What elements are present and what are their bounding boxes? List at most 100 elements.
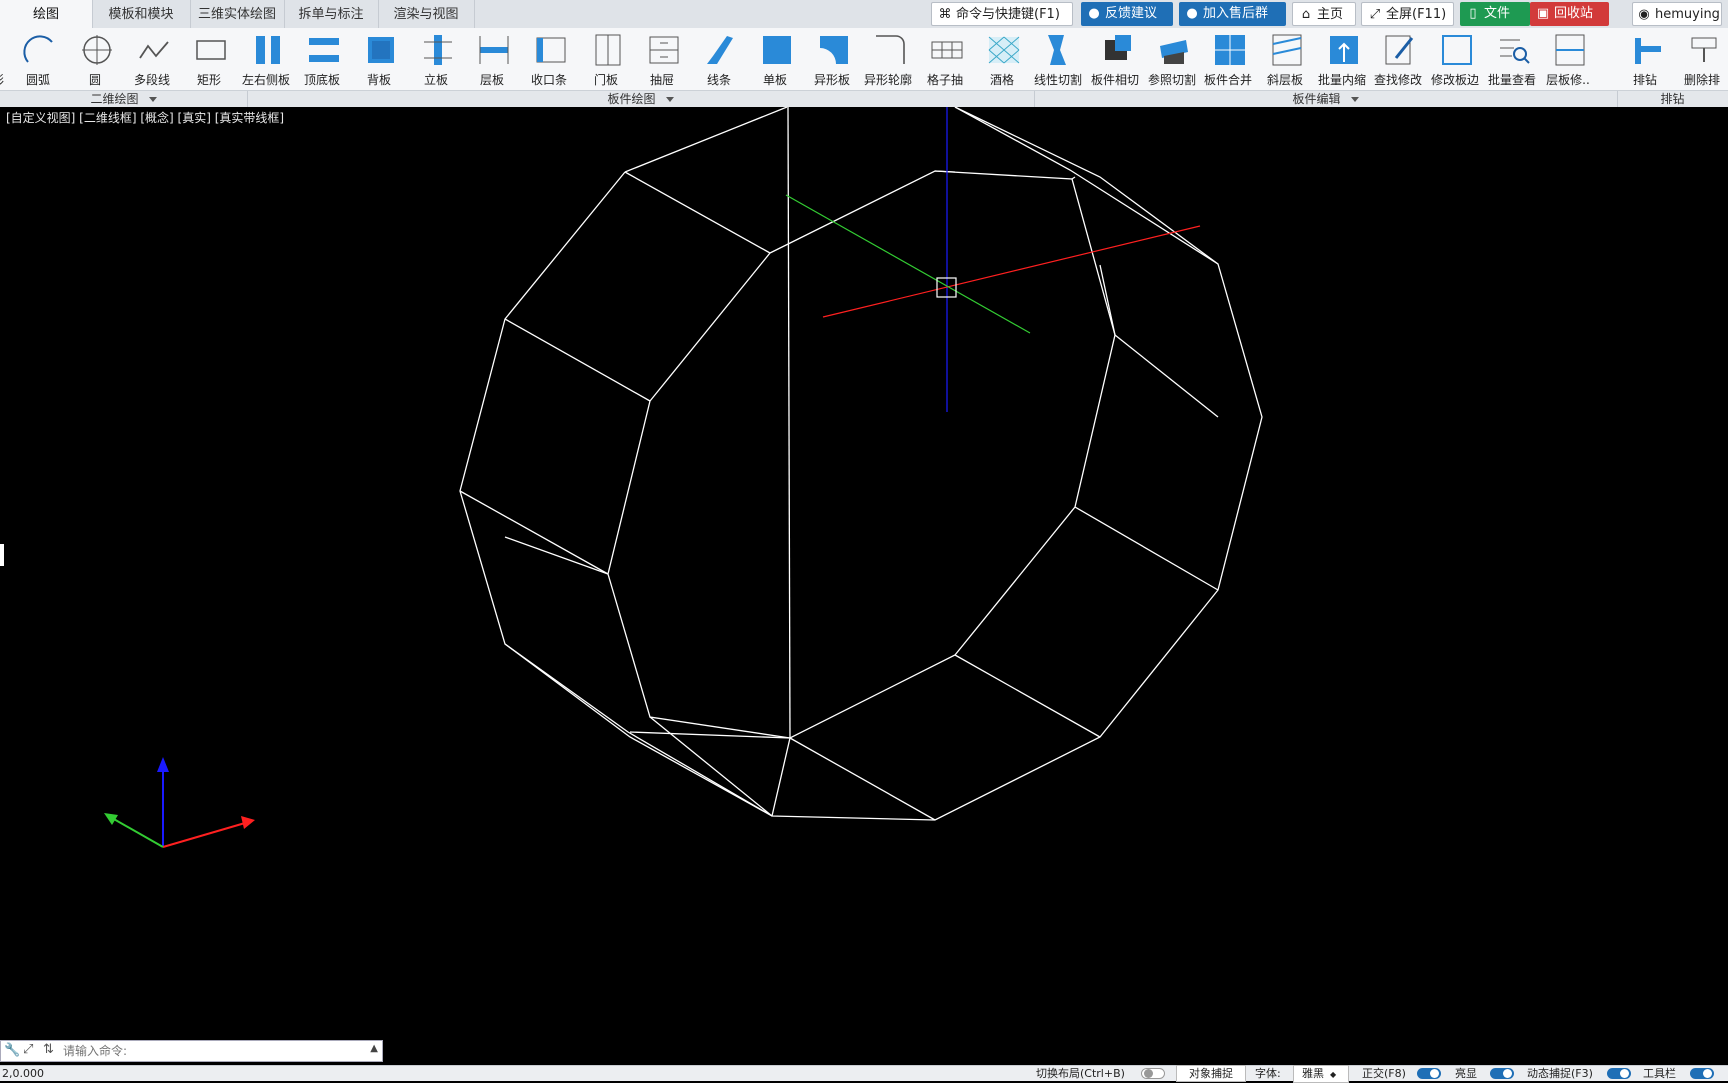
home-button[interactable]: ⌂ 主页 — [1292, 2, 1356, 26]
ribbon-group-bar: 二维绘图 板件绘图 板件编辑 排钻 — [0, 90, 1728, 108]
wrench-icon[interactable]: 🔧 — [4, 1043, 20, 1058]
tab-render-view[interactable]: 渲染与视图 — [378, 0, 475, 28]
feedback-button[interactable]: ● 反馈建议 — [1081, 2, 1173, 26]
command-input[interactable] — [63, 1041, 363, 1061]
tool-label: 左右侧板 — [241, 73, 290, 87]
side-panel-icon — [256, 36, 280, 64]
font-select[interactable]: 雅黑 ◆ — [1293, 1065, 1349, 1083]
tool-irregular-board[interactable]: 异形板 — [804, 28, 860, 90]
tool-shelf[interactable]: 层板 — [464, 28, 520, 90]
tool-label: 立板 — [423, 73, 448, 87]
scroll-up-icon[interactable]: ▲ — [370, 1043, 378, 1054]
tool-side-panel[interactable]: 左右侧板 — [238, 28, 294, 90]
tool-board-merge[interactable]: 板件合并 — [1200, 28, 1256, 90]
ortho-label[interactable]: 正交(F8) — [1362, 1066, 1406, 1081]
home-icon: ⌂ — [1301, 7, 1311, 22]
tool-batch-shrink[interactable]: 批量内缩 — [1314, 28, 1370, 90]
tool-modify-edge[interactable]: 修改板边 — [1427, 28, 1483, 90]
board-merge-icon — [1215, 35, 1245, 65]
tool-label: 抽屉 — [649, 73, 674, 87]
tool-polyline[interactable]: 多段线 — [124, 28, 180, 90]
tool-closing-strip[interactable]: 收口条 — [521, 28, 577, 90]
tool-label: 批量查看 — [1487, 73, 1536, 87]
resize-icon[interactable]: ⤢ — [23, 1042, 33, 1057]
group-drilling[interactable]: 排钻 — [1617, 91, 1728, 108]
arc-icon — [23, 35, 53, 63]
tool-drawer[interactable]: 抽屉 — [634, 28, 690, 90]
fullscreen-button[interactable]: ⤢ 全屏(F11) — [1361, 2, 1454, 26]
top-bar: 绘图 模板和模块 三维实体绘图 拆单与标注 渲染与视图 ⌘ 命令与快捷键(F1) … — [0, 0, 1728, 29]
tool-back-panel[interactable]: 背板 — [351, 28, 407, 90]
ortho-toggle[interactable] — [1417, 1068, 1441, 1079]
tool-reference-cut[interactable]: 参照切割 — [1144, 28, 1200, 90]
highlight-label[interactable]: 亮显 — [1455, 1066, 1477, 1081]
object-snap-button[interactable]: 对象捕捉 — [1176, 1065, 1246, 1082]
tool-molding[interactable]: 线条 — [691, 28, 747, 90]
tool-top-bottom-panel[interactable]: 顶底板 — [294, 28, 350, 90]
tool-shelf-modify[interactable]: 层板修.. — [1540, 28, 1596, 90]
tool-wine-rack[interactable]: 酒格 — [974, 28, 1030, 90]
cursor-axes — [785, 107, 1201, 412]
tab-3d-solid[interactable]: 三维实体绘图 — [190, 0, 285, 28]
tool-board-tangent[interactable]: 板件相切 — [1087, 28, 1143, 90]
tool-drill-row[interactable]: 排钻 — [1617, 28, 1673, 90]
rectangle-icon — [196, 40, 226, 60]
linear-cut-icon — [1048, 35, 1066, 65]
tool-single-board[interactable]: 单板 — [747, 28, 803, 90]
caret-down-icon — [1350, 97, 1359, 102]
tool-linear-cut[interactable]: 线性切割 — [1030, 28, 1086, 90]
tool-circle[interactable]: 圆 — [67, 28, 123, 90]
top-bottom-panel-icon — [309, 38, 339, 62]
grid-drawer-icon — [931, 41, 963, 59]
group-board-drawing[interactable]: 板件绘图 — [247, 91, 1035, 108]
tab-drawing[interactable]: 绘图 — [0, 0, 93, 29]
tool-vertical-panel[interactable]: 立板 — [408, 28, 464, 90]
left-edge-handle — [0, 544, 4, 566]
board-tangent-icon — [1105, 35, 1131, 60]
commands-shortcuts-button[interactable]: ⌘ 命令与快捷键(F1) — [931, 2, 1073, 26]
tab-templates-modules[interactable]: 模板和模块 — [92, 0, 191, 28]
dynamic-snap-toggle[interactable] — [1607, 1068, 1631, 1079]
tool-door-panel[interactable]: 门板 — [578, 28, 634, 90]
caret-down-icon — [148, 97, 157, 102]
3d-viewport[interactable]: [自定义视图] [二维线框] [概念] [真实] [真实带线框] — [0, 107, 1728, 1065]
tool-find-modify[interactable]: 查找修改 — [1370, 28, 1426, 90]
tool-label: 查找修改 — [1373, 73, 1422, 87]
closing-strip-icon — [536, 37, 566, 63]
toolbar-label[interactable]: 工具栏 — [1643, 1066, 1676, 1081]
tool-label: 批量内缩 — [1317, 73, 1366, 87]
tool-grid-drawer[interactable]: 格子抽 — [917, 28, 973, 90]
tool-rectangle[interactable]: 矩形 — [181, 28, 237, 90]
tool-label: 斜层板 — [1266, 73, 1303, 87]
tool-label: 参照切割 — [1147, 73, 1196, 87]
command-key-icon: ⌘ — [938, 7, 952, 22]
layout-switch-label[interactable]: 切换布局(Ctrl+B) — [1036, 1066, 1125, 1081]
highlight-toggle[interactable] — [1490, 1068, 1514, 1079]
group-board-editing[interactable]: 板件编辑 — [1034, 91, 1618, 108]
single-board-icon — [763, 36, 791, 64]
sort-icon[interactable]: ⇅ — [43, 1042, 54, 1057]
wireframe-canvas[interactable] — [0, 107, 1728, 1065]
recycle-bin-button[interactable]: ▣ 回收站 — [1530, 2, 1609, 26]
slanted-shelf-icon — [1272, 34, 1302, 66]
coordinate-readout: 2,0.000 — [2, 1067, 44, 1080]
tool-label: 线性切割 — [1033, 73, 1082, 87]
layout-switch-toggle[interactable] — [1141, 1068, 1165, 1079]
tool-irregular-contour[interactable]: 异形轮廓 — [860, 28, 916, 90]
molding-icon — [707, 36, 733, 64]
group-2d-drawing[interactable]: 二维绘图 — [0, 91, 248, 108]
tool-arc[interactable]: 圆弧 — [10, 28, 66, 90]
tool-slanted-shelf[interactable]: 斜层板 — [1257, 28, 1313, 90]
dynamic-snap-label[interactable]: 动态捕捉(F3) — [1527, 1066, 1593, 1081]
tab-split-annotate[interactable]: 拆单与标注 — [284, 0, 379, 28]
tool-delete-drill[interactable]: 删除排 — [1674, 28, 1728, 90]
back-panel-icon — [368, 37, 394, 63]
user-account[interactable]: ◉ hemuying — [1632, 2, 1722, 26]
toolbar-toggle[interactable] — [1690, 1068, 1714, 1079]
file-button[interactable]: ▯ 文件 — [1460, 2, 1530, 26]
door-panel-icon — [595, 34, 621, 66]
modify-edge-icon — [1442, 35, 1472, 65]
tool-batch-view[interactable]: 批量查看 — [1484, 28, 1540, 90]
join-aftersale-button[interactable]: ● 加入售后群 — [1179, 2, 1286, 26]
tool-label: 板件合并 — [1203, 73, 1252, 87]
